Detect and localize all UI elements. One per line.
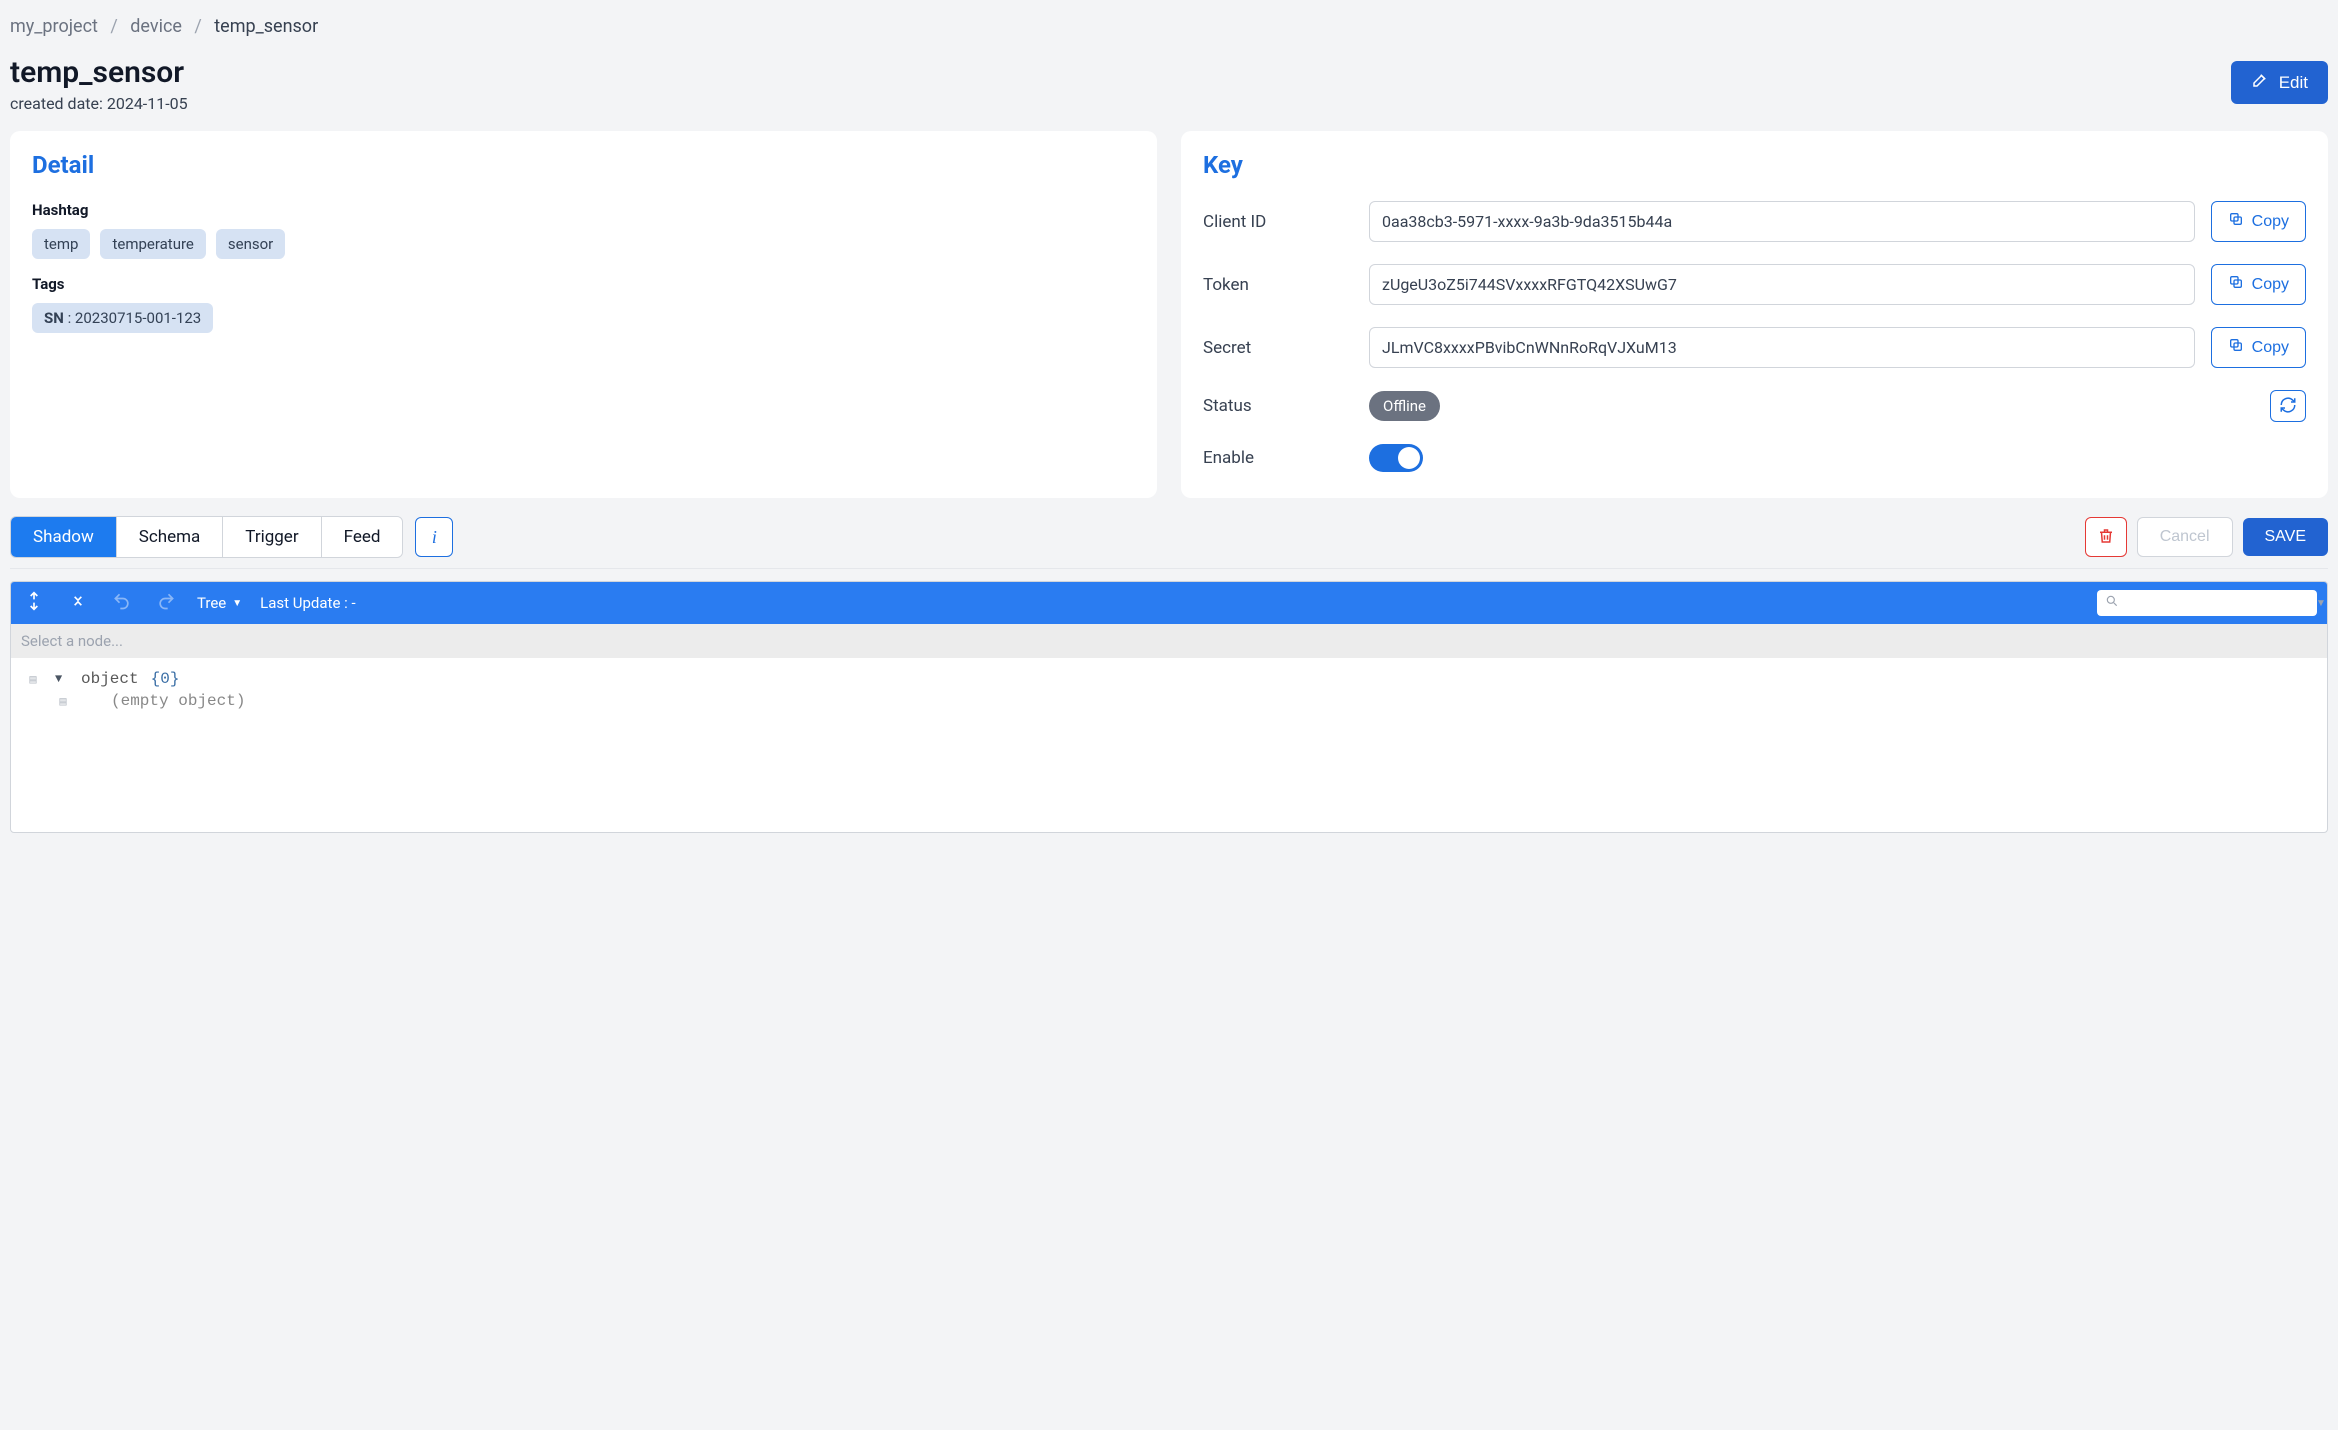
editor-search-input[interactable] — [2127, 595, 2308, 611]
tree-root-count: {0} — [151, 670, 180, 688]
tags-chips: SN : 20230715-001-123 — [32, 303, 1135, 333]
search-icon — [2105, 594, 2119, 612]
hashtag-chip[interactable]: temp — [32, 229, 90, 259]
row-menu-icon[interactable]: ▤ — [23, 672, 43, 687]
status-badge: Offline — [1369, 391, 1440, 421]
redo-icon — [156, 591, 176, 615]
delete-button[interactable] — [2085, 517, 2127, 557]
key-title: Key — [1203, 151, 2306, 179]
edit-button-label: Edit — [2279, 73, 2308, 93]
expand-icon — [24, 591, 44, 615]
chevron-down-icon: ▼ — [232, 598, 242, 609]
tag-value: 20230715-001-123 — [75, 309, 201, 327]
detail-card: Detail Hashtag temp temperature sensor T… — [10, 131, 1157, 498]
breadcrumb-project[interactable]: my_project — [10, 16, 98, 37]
save-button[interactable]: SAVE — [2243, 518, 2329, 556]
enable-label: Enable — [1203, 448, 1353, 468]
tree-root-label: object — [81, 670, 139, 688]
copy-icon — [2228, 274, 2244, 295]
cancel-button[interactable]: Cancel — [2137, 517, 2233, 557]
tags-label: Tags — [32, 275, 1135, 293]
mode-label: Tree — [197, 594, 226, 612]
created-date: created date: 2024-11-05 — [10, 94, 188, 113]
copy-label: Copy — [2252, 213, 2289, 231]
edit-button[interactable]: Edit — [2231, 61, 2328, 104]
copy-label: Copy — [2252, 276, 2289, 294]
enable-toggle[interactable] — [1369, 444, 1423, 472]
redo-button[interactable] — [153, 590, 179, 616]
refresh-status-button[interactable] — [2270, 390, 2306, 422]
last-update-label: Last Update : - — [260, 594, 355, 612]
tree-caret-icon[interactable]: ▼ — [55, 672, 69, 686]
hashtag-chip[interactable]: temperature — [100, 229, 205, 259]
breadcrumb-current: temp_sensor — [214, 16, 318, 37]
editor-body[interactable]: ▤ ▼ object {0} ▤ (empty object) — [11, 658, 2327, 832]
hashtag-chips: temp temperature sensor — [32, 229, 1135, 259]
breadcrumb-separator: / — [186, 16, 209, 37]
edit-icon — [2251, 71, 2269, 94]
tag-chip[interactable]: SN : 20230715-001-123 — [32, 303, 213, 333]
detail-title: Detail — [32, 151, 1135, 179]
copy-token-button[interactable]: Copy — [2211, 264, 2306, 305]
info-icon: i — [432, 527, 437, 548]
tree-empty-row[interactable]: ▤ (empty object) — [23, 690, 2315, 712]
expand-all-button[interactable] — [21, 590, 47, 616]
trash-icon — [2097, 527, 2115, 548]
copy-icon — [2228, 337, 2244, 358]
copy-icon — [2228, 211, 2244, 232]
token-input[interactable] — [1369, 264, 2195, 305]
key-card: Key Client ID Copy Token Copy Secret — [1181, 131, 2328, 498]
tag-key: SN — [44, 309, 64, 327]
copy-secret-button[interactable]: Copy — [2211, 327, 2306, 368]
copy-client-id-button[interactable]: Copy — [2211, 201, 2306, 242]
info-button[interactable]: i — [415, 517, 453, 557]
collapse-all-button[interactable] — [65, 590, 91, 616]
hashtag-label: Hashtag — [32, 201, 1135, 219]
editor-path-bar[interactable]: Select a node... — [11, 624, 2327, 658]
client-id-label: Client ID — [1203, 212, 1353, 232]
tab-schema[interactable]: Schema — [117, 517, 224, 557]
token-label: Token — [1203, 275, 1353, 295]
tab-shadow[interactable]: Shadow — [11, 517, 117, 557]
refresh-icon — [2279, 396, 2297, 417]
status-label: Status — [1203, 396, 1353, 416]
tab-feed[interactable]: Feed — [322, 517, 403, 557]
toggle-knob — [1398, 447, 1420, 469]
collapse-icon — [68, 591, 88, 615]
secret-input[interactable] — [1369, 327, 2195, 368]
row-menu-icon[interactable]: ▤ — [53, 694, 73, 709]
breadcrumb-section[interactable]: device — [130, 16, 182, 37]
page-title: temp_sensor — [10, 55, 188, 90]
tabs: Shadow Schema Trigger Feed — [10, 516, 403, 558]
breadcrumb-separator: / — [102, 16, 125, 37]
copy-label: Copy — [2252, 339, 2289, 357]
undo-icon — [112, 591, 132, 615]
json-editor: Tree ▼ Last Update : - ▼▲ Select a node.… — [10, 581, 2328, 833]
tree-empty-label: (empty object) — [111, 692, 245, 710]
tab-trigger[interactable]: Trigger — [223, 517, 321, 557]
hashtag-chip[interactable]: sensor — [216, 229, 285, 259]
client-id-input[interactable] — [1369, 201, 2195, 242]
undo-button[interactable] — [109, 590, 135, 616]
mode-dropdown[interactable]: Tree ▼ — [197, 594, 242, 612]
breadcrumb: my_project / device / temp_sensor — [10, 10, 2328, 55]
editor-toolbar: Tree ▼ Last Update : - ▼▲ — [11, 582, 2327, 624]
editor-search[interactable]: ▼▲ — [2097, 590, 2317, 616]
search-nav-icons[interactable]: ▼▲ — [2316, 598, 2328, 609]
tree-root-row[interactable]: ▤ ▼ object {0} — [23, 668, 2315, 690]
secret-label: Secret — [1203, 338, 1353, 358]
